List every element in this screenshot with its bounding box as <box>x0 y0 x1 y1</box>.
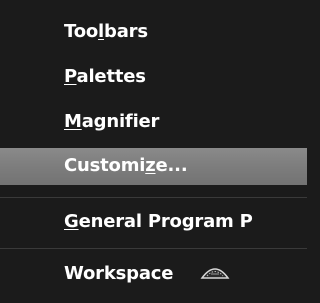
menu-item-label: Magnifier <box>64 111 160 132</box>
menu-item-label: Toolbars <box>64 21 148 42</box>
menu-separator <box>0 197 307 198</box>
menu-separator <box>0 248 307 249</box>
menu-item-label: Customize... <box>64 155 188 176</box>
menu-item-label: Palettes <box>64 66 146 87</box>
menu-item-label: Workspace <box>64 263 174 284</box>
context-menu: Toolbars Palettes Magnifier Customize...… <box>0 0 307 303</box>
menu-item-magnifier[interactable]: Magnifier <box>0 104 307 140</box>
menu-item-toolbars[interactable]: Toolbars <box>0 14 307 50</box>
menu-item-palettes[interactable]: Palettes <box>0 59 307 95</box>
hourglass-cursor-icon <box>200 268 230 279</box>
menu-item-label: General Program P <box>64 211 253 232</box>
menu-item-general-program-preferences[interactable]: General Program P <box>0 204 307 240</box>
menu-item-workspace[interactable]: Workspace <box>0 256 307 292</box>
menu-item-customize[interactable]: Customize... <box>0 148 307 185</box>
